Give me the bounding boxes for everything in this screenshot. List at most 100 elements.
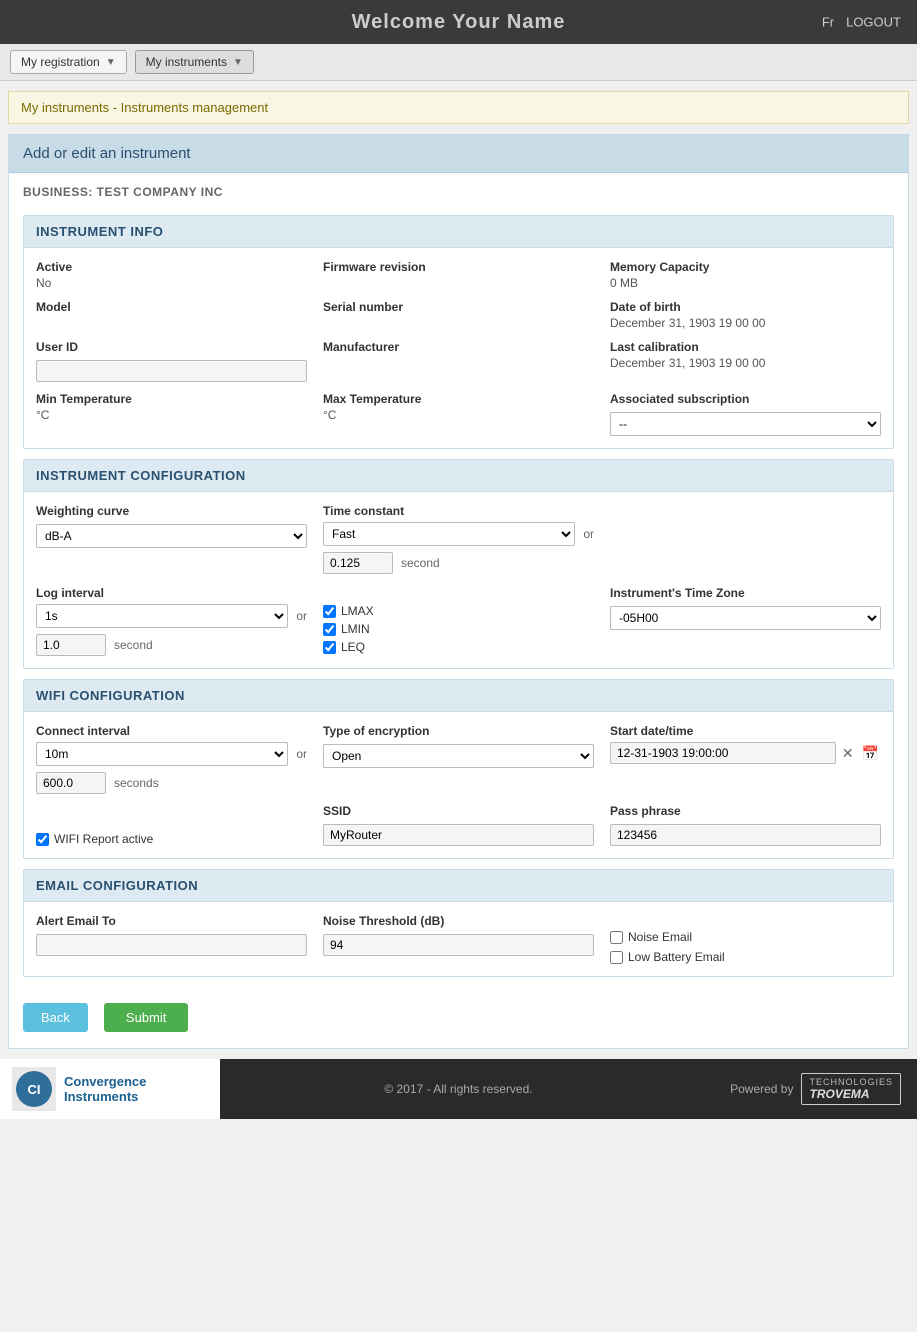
ssid-input[interactable] [323,824,594,846]
instrument-config-card: INSTRUMENT CONFIGURATION Weighting curve… [23,459,894,669]
trovema-logo: TECHNOLOGIES TROVEMA [801,1073,901,1105]
email-checks-field: Noise Email Low Battery Email [610,914,881,964]
email-config-card: EMAIL CONFIGURATION Alert Email To Noise… [23,869,894,977]
min-temp-field: Min Temperature °C [36,392,307,436]
firmware-label: Firmware revision [323,260,594,274]
log-second-input[interactable] [36,634,106,656]
dob-label: Date of birth [610,300,881,314]
business-label: BUSINESS: TEST COMPANY INC [9,173,908,205]
lmin-checkbox[interactable] [323,623,336,636]
my-instruments-arrow-icon: ▼ [233,57,243,68]
pass-phrase-field: Pass phrase [610,804,881,846]
email-row1: Alert Email To Noise Threshold (dB) Nois… [36,914,881,964]
footer-right: Powered by TECHNOLOGIES TROVEMA [697,1073,917,1105]
instrument-info-body: Active No Firmware revision Memory Capac… [24,248,893,448]
footer-copyright: © 2017 - All rights reserved. [220,1082,697,1096]
footer-logo-line1: Convergence [64,1074,146,1089]
my-instruments-btn[interactable]: My instruments ▼ [135,50,254,74]
nav-bar: My registration ▼ My instruments ▼ [0,44,917,81]
logout-link[interactable]: LOGOUT [846,15,901,30]
or-label-2: or [296,609,307,623]
wifi-report-row: WIFI Report active [36,832,307,846]
footer-logo-text: Convergence Instruments [64,1074,146,1104]
second-label-2: second [114,638,153,652]
encryption-select[interactable]: Open [323,744,594,768]
assoc-sub-field: Associated subscription -- [610,392,881,436]
alert-email-field: Alert Email To [36,914,307,964]
ssid-field: SSID [323,804,594,846]
connect-interval-field: Connect interval 10m or seconds [36,724,307,794]
my-registration-btn[interactable]: My registration ▼ [10,50,127,74]
main-content: Add or edit an instrument BUSINESS: TEST… [8,134,909,1049]
start-date-label: Start date/time [610,724,881,738]
userid-label: User ID [36,340,307,354]
instrument-config-header: INSTRUMENT CONFIGURATION [24,460,893,492]
button-row: Back Submit [9,987,908,1048]
last-cal-label: Last calibration [610,340,881,354]
email-config-header: EMAIL CONFIGURATION [24,870,893,902]
firmware-field: Firmware revision [323,260,594,290]
seconds-label: seconds [114,776,159,790]
second-label-1: second [401,556,440,570]
time-second-input[interactable] [323,552,393,574]
footer-logo: CI Convergence Instruments [0,1059,220,1119]
calendar-icon-btn[interactable]: 📅 [860,743,881,764]
instrument-info-card: INSTRUMENT INFO Active No Firmware revis… [23,215,894,449]
time-constant-select[interactable]: Fast [323,522,575,546]
pass-phrase-input[interactable] [610,824,881,846]
last-cal-value: December 31, 1903 19 00 00 [610,356,881,370]
min-temp-unit: °C [36,408,307,422]
footer: CI Convergence Instruments © 2017 - All … [0,1059,917,1119]
lang-label[interactable]: Fr [822,15,834,30]
max-temp-label: Max Temperature [323,392,594,406]
leq-checkbox[interactable] [323,641,336,654]
noise-threshold-input[interactable] [323,934,594,956]
page-title: Welcome Your Name [352,11,566,34]
encryption-field: Type of encryption Open [323,724,594,794]
active-field: Active No [36,260,307,290]
back-button[interactable]: Back [23,1003,88,1032]
log-interval-label: Log interval [36,586,307,600]
checkboxes-field: LMAX LMIN LEQ [323,586,594,654]
low-battery-label: Low Battery Email [628,950,725,964]
connect-interval-select[interactable]: 10m [36,742,288,766]
userid-input[interactable] [36,360,307,382]
log-interval-select[interactable]: 1s [36,604,288,628]
instrument-info-row3: User ID Manufacturer Last calibration De… [36,340,881,382]
weighting-select[interactable]: dB-A [36,524,307,548]
noise-email-checkbox[interactable] [610,931,623,944]
wifi-row2: WIFI Report active SSID Pass phrase [36,804,881,846]
instrument-info-row4: Min Temperature °C Max Temperature °C As… [36,392,881,436]
model-field: Model [36,300,307,330]
start-date-input[interactable] [610,742,836,764]
serial-label: Serial number [323,300,594,314]
my-registration-arrow-icon: ▼ [106,57,116,68]
assoc-sub-select[interactable]: -- [610,412,881,436]
max-temp-unit: °C [323,408,594,422]
timezone-select[interactable]: -05H00 [610,606,881,630]
connect-seconds-input[interactable] [36,772,106,794]
max-temp-field: Max Temperature °C [323,392,594,436]
wifi-or-label: or [296,747,307,761]
alert-email-input[interactable] [36,934,307,956]
log-interval-field: Log interval 1s or second [36,586,307,656]
wifi-config-header: WIFI CONFIGURATION [24,680,893,712]
footer-logo-line2: Instruments [64,1089,146,1104]
timezone-field: Instrument's Time Zone -05H00 [610,586,881,630]
low-battery-checkbox[interactable] [610,951,623,964]
submit-button[interactable]: Submit [104,1003,188,1032]
weighting-field: Weighting curve dB-A [36,504,307,574]
section-header: Add or edit an instrument [9,135,908,173]
powered-by-label: Powered by [730,1082,793,1096]
dob-value: December 31, 1903 19 00 00 [610,316,881,330]
lmax-checkbox[interactable] [323,605,336,618]
clear-date-btn[interactable]: ✕ [840,743,856,764]
dob-field: Date of birth December 31, 1903 19 00 00 [610,300,881,330]
or-label-1: or [583,527,594,541]
wifi-row1: Connect interval 10m or seconds Type of … [36,724,881,794]
lmin-row: LMIN [323,622,594,636]
wifi-report-checkbox[interactable] [36,833,49,846]
svg-text:CI: CI [28,1082,41,1097]
instrument-config-body: Weighting curve dB-A Time constant Fast … [24,492,893,668]
lmax-row: LMAX [323,604,594,618]
